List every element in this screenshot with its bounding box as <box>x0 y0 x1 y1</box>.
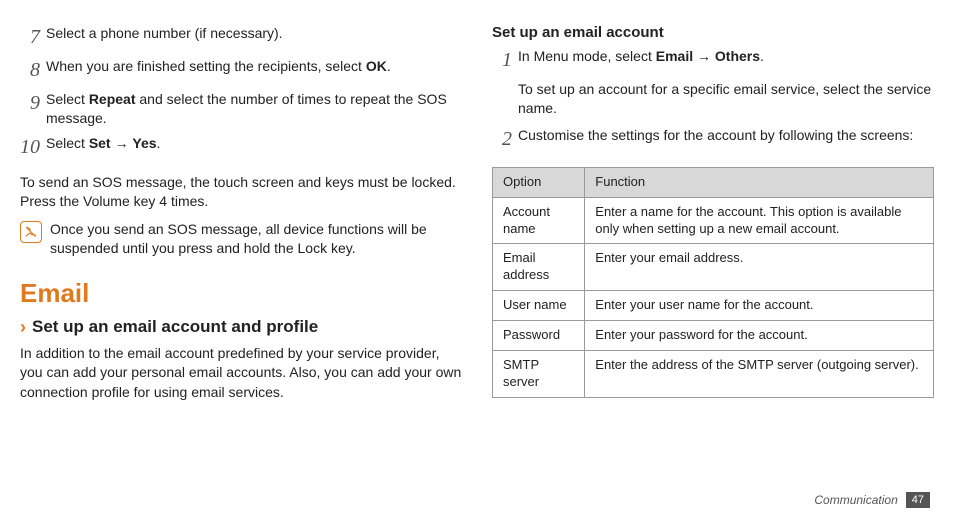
chevron-icon: › <box>20 317 26 338</box>
step-number: 7 <box>20 24 46 51</box>
table-body: Account name Enter a name for the accoun… <box>493 197 934 397</box>
cell-function: Enter a name for the account. This optio… <box>585 197 934 244</box>
page-footer: Communication 47 <box>814 492 930 508</box>
step-number: 2 <box>492 126 518 153</box>
heading-email: Email <box>20 278 462 309</box>
step-number: 8 <box>20 57 46 84</box>
th-option: Option <box>493 167 585 197</box>
right-steps-2: 2 Customise the settings for the account… <box>492 126 934 159</box>
step-body: Select a phone number (if necessary). <box>46 24 462 51</box>
footer-page-number: 47 <box>906 492 930 508</box>
heading-text: Set up an email account and profile <box>32 317 318 337</box>
note-icon <box>20 221 42 243</box>
page: 7 Select a phone number (if necessary). … <box>0 0 954 518</box>
sos-paragraph: To send an SOS message, the touch screen… <box>20 173 462 212</box>
right-steps: 1 In Menu mode, select Email → Others. <box>492 47 934 80</box>
left-steps: 7 Select a phone number (if necessary). … <box>20 24 462 167</box>
note-block: Once you send an SOS message, all device… <box>20 220 462 258</box>
step-r1: 1 In Menu mode, select Email → Others. <box>492 47 934 74</box>
table-header-row: Option Function <box>493 167 934 197</box>
heading-setup-account: Set up an email account <box>492 24 934 41</box>
table-row: SMTP server Enter the address of the SMT… <box>493 351 934 398</box>
step-8: 8 When you are finished setting the reci… <box>20 57 462 84</box>
left-column: 7 Select a phone number (if necessary). … <box>20 24 462 510</box>
cell-option: Account name <box>493 197 585 244</box>
step-r2: 2 Customise the settings for the account… <box>492 126 934 153</box>
step-number: 9 <box>20 90 46 128</box>
note-text: Once you send an SOS message, all device… <box>50 220 462 258</box>
table-row: User name Enter your user name for the a… <box>493 291 934 321</box>
footer-section: Communication <box>814 493 897 507</box>
step-9: 9 Select Repeat and select the number of… <box>20 90 462 128</box>
th-function: Function <box>585 167 934 197</box>
right-column: Set up an email account 1 In Menu mode, … <box>492 24 934 510</box>
cell-function: Enter your password for the account. <box>585 321 934 351</box>
table-row: Account name Enter a name for the accoun… <box>493 197 934 244</box>
heading-setup-profile: › Set up an email account and profile <box>20 317 462 338</box>
options-table: Option Function Account name Enter a nam… <box>492 167 934 398</box>
cell-option: Password <box>493 321 585 351</box>
cell-option: Email address <box>493 244 585 291</box>
step-7: 7 Select a phone number (if necessary). <box>20 24 462 51</box>
step-body: In Menu mode, select Email → Others. <box>518 47 934 74</box>
setup-profile-body: In addition to the email account predefi… <box>20 344 462 403</box>
cell-function: Enter your user name for the account. <box>585 291 934 321</box>
step-10: 10 Select Set → Yes. <box>20 134 462 161</box>
step-r1-sub: To set up an account for a specific emai… <box>492 80 934 118</box>
step-number: 10 <box>20 134 46 161</box>
cell-option: User name <box>493 291 585 321</box>
cell-function: Enter your email address. <box>585 244 934 291</box>
step-body: Customise the settings for the account b… <box>518 126 934 153</box>
step-body: When you are finished setting the recipi… <box>46 57 462 84</box>
cell-function: Enter the address of the SMTP server (ou… <box>585 351 934 398</box>
cell-option: SMTP server <box>493 351 585 398</box>
step-body: Select Set → Yes. <box>46 134 462 161</box>
step-number: 1 <box>492 47 518 74</box>
table-row: Password Enter your password for the acc… <box>493 321 934 351</box>
table-row: Email address Enter your email address. <box>493 244 934 291</box>
step-body: Select Repeat and select the number of t… <box>46 90 462 128</box>
